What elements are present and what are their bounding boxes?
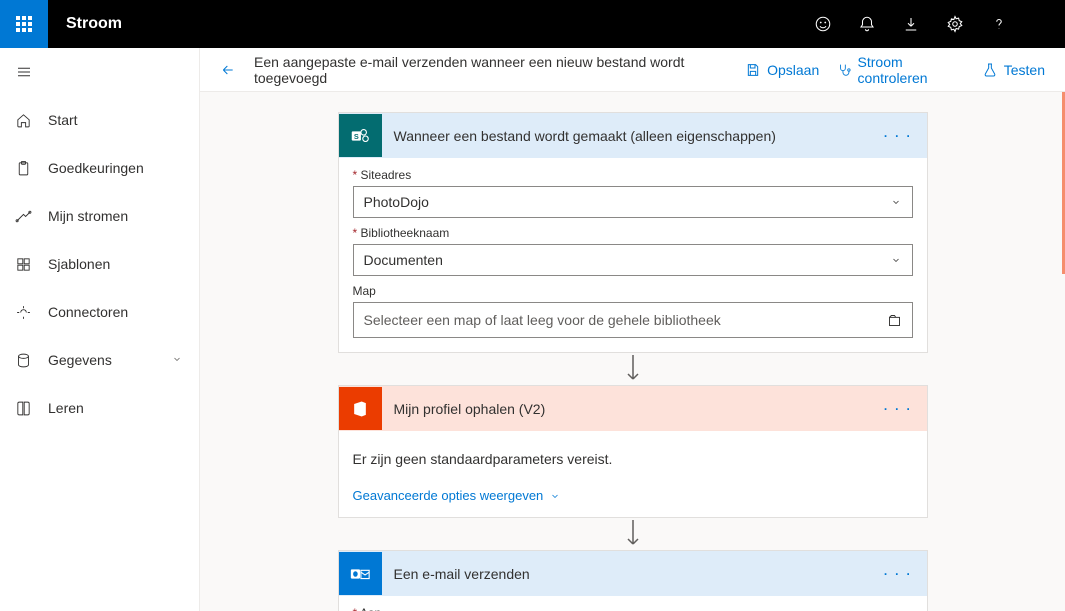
book-icon bbox=[14, 399, 32, 417]
chevron-down-icon bbox=[890, 254, 902, 266]
brand-name: Stroom bbox=[66, 15, 122, 33]
nav-learn[interactable]: Leren bbox=[0, 384, 199, 432]
outlook-icon bbox=[339, 552, 382, 595]
back-button[interactable] bbox=[220, 62, 236, 78]
nav-label: Goedkeuringen bbox=[48, 160, 185, 176]
card-title: Een e-mail verzenden bbox=[394, 566, 872, 582]
stethoscope-icon bbox=[837, 62, 851, 78]
site-address-select[interactable]: PhotoDojo bbox=[353, 186, 913, 218]
library-label: * Bibliotheeknaam bbox=[353, 226, 913, 240]
nav-label: Leren bbox=[48, 400, 185, 416]
nav-label: Mijn stromen bbox=[48, 208, 185, 224]
waffle-icon bbox=[16, 16, 32, 32]
connectors-icon bbox=[14, 303, 32, 321]
check-flow-button[interactable]: Stroom controleren bbox=[837, 54, 964, 86]
card-header[interactable]: Een e-mail verzenden · · · bbox=[339, 551, 927, 596]
site-label: * Siteadres bbox=[353, 168, 913, 182]
nav-label: Gegevens bbox=[48, 352, 155, 368]
data-icon bbox=[14, 351, 32, 369]
templates-icon bbox=[14, 255, 32, 273]
card-header[interactable]: S Wanneer een bestand wordt gemaakt (all… bbox=[339, 113, 927, 158]
home-icon bbox=[14, 111, 32, 129]
action-card-profile: Mijn profiel ophalen (V2) · · · Er zijn … bbox=[338, 385, 928, 518]
library-value: Documenten bbox=[364, 252, 443, 268]
svg-text:S: S bbox=[354, 131, 359, 140]
action-card-email: Een e-mail verzenden · · · * Aan bbox=[338, 550, 928, 611]
card-header[interactable]: Mijn profiel ophalen (V2) · · · bbox=[339, 386, 927, 431]
flow-icon bbox=[14, 207, 32, 225]
library-select[interactable]: Documenten bbox=[353, 244, 913, 276]
download-icon[interactable] bbox=[889, 0, 933, 48]
card-menu-button[interactable]: · · · bbox=[884, 402, 913, 416]
nav-myflows[interactable]: Mijn stromen bbox=[0, 192, 199, 240]
chevron-down-icon bbox=[549, 490, 561, 502]
save-icon bbox=[745, 62, 761, 78]
save-button[interactable]: Opslaan bbox=[745, 62, 819, 78]
aan-label: * Aan bbox=[353, 606, 913, 611]
office-icon bbox=[339, 387, 382, 430]
site-value: PhotoDojo bbox=[364, 194, 429, 210]
nav-label: Sjablonen bbox=[48, 256, 185, 272]
test-label: Testen bbox=[1004, 62, 1045, 78]
folder-picker[interactable]: Selecteer een map of laat leeg voor de g… bbox=[353, 302, 913, 338]
nav-toggle[interactable] bbox=[0, 48, 48, 96]
feedback-icon[interactable] bbox=[801, 0, 845, 48]
settings-icon[interactable] bbox=[933, 0, 977, 48]
card-menu-button[interactable]: · · · bbox=[884, 567, 913, 581]
app-launcher[interactable] bbox=[0, 0, 48, 48]
check-label: Stroom controleren bbox=[858, 54, 964, 86]
nav-start[interactable]: Start bbox=[0, 96, 199, 144]
flask-icon bbox=[982, 62, 998, 78]
save-label: Opslaan bbox=[767, 62, 819, 78]
notifications-icon[interactable] bbox=[845, 0, 889, 48]
account-icon[interactable] bbox=[1021, 0, 1065, 48]
flow-connector-arrow bbox=[621, 353, 645, 385]
advanced-options-link[interactable]: Geavanceerde opties weergeven bbox=[353, 488, 562, 503]
test-button[interactable]: Testen bbox=[982, 62, 1045, 78]
flow-title: Een aangepaste e-mail verzenden wanneer … bbox=[254, 54, 709, 86]
nav-data[interactable]: Gegevens bbox=[0, 336, 199, 384]
trigger-card: S Wanneer een bestand wordt gemaakt (all… bbox=[338, 112, 928, 353]
flow-connector-arrow bbox=[621, 518, 645, 550]
card-title: Mijn profiel ophalen (V2) bbox=[394, 401, 872, 417]
arrow-left-icon bbox=[220, 62, 236, 78]
nav-connectors[interactable]: Connectoren bbox=[0, 288, 199, 336]
sharepoint-icon: S bbox=[339, 114, 382, 157]
clipboard-icon bbox=[14, 159, 32, 177]
nav-label: Connectoren bbox=[48, 304, 185, 320]
card-menu-button[interactable]: · · · bbox=[884, 129, 913, 143]
folder-label: Map bbox=[353, 284, 913, 298]
folder-placeholder: Selecteer een map of laat leeg voor de g… bbox=[364, 312, 721, 328]
folder-icon bbox=[887, 313, 902, 328]
chevron-down-icon bbox=[890, 196, 902, 208]
nav-templates[interactable]: Sjablonen bbox=[0, 240, 199, 288]
help-icon[interactable] bbox=[977, 0, 1021, 48]
card-title: Wanneer een bestand wordt gemaakt (allee… bbox=[394, 128, 872, 144]
nav-label: Start bbox=[48, 112, 185, 128]
no-params-text: Er zijn geen standaardparameters vereist… bbox=[353, 441, 913, 487]
nav-approvals[interactable]: Goedkeuringen bbox=[0, 144, 199, 192]
chevron-down-icon bbox=[171, 352, 185, 368]
